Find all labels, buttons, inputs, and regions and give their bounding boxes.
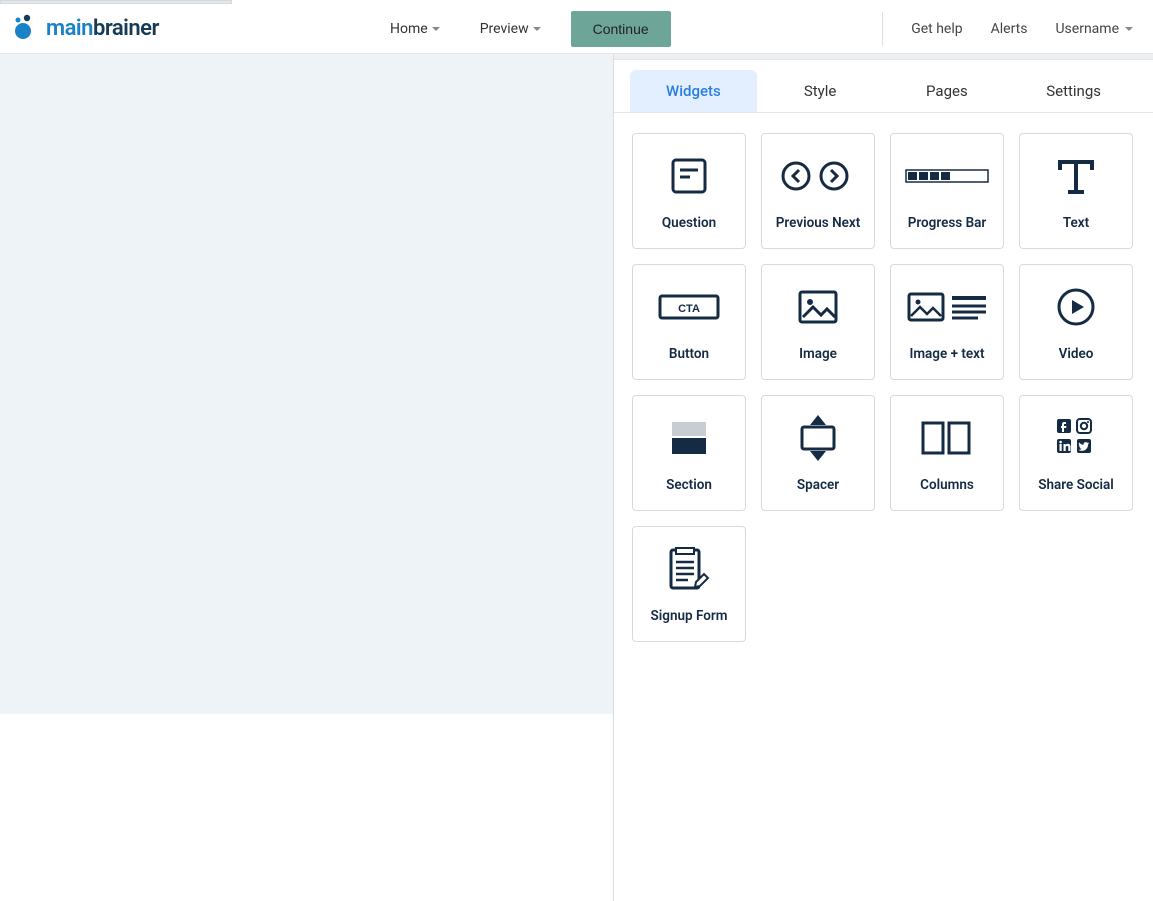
- widget-label: Previous Next: [776, 215, 861, 231]
- widget-label: Signup Form: [651, 608, 728, 624]
- editor-canvas[interactable]: [0, 54, 613, 714]
- widget-label: Spacer: [797, 477, 839, 493]
- caret-down-icon: [432, 27, 440, 31]
- svg-text:CTA: CTA: [678, 303, 700, 315]
- nav-home-label: Home: [390, 21, 428, 37]
- progress-bar-icon: [905, 151, 989, 201]
- nav-center: Home Preview Continue: [380, 11, 671, 47]
- user-label: Username: [1055, 21, 1119, 37]
- widget-label: Button: [669, 346, 709, 362]
- caret-down-icon: [1125, 27, 1133, 31]
- nav-divider: [882, 12, 883, 46]
- columns-icon: [919, 413, 975, 463]
- logo[interactable]: mainbrainer: [10, 14, 159, 44]
- widget-video[interactable]: Video: [1019, 264, 1133, 380]
- tab-pages[interactable]: Pages: [884, 70, 1011, 112]
- widget-label: Video: [1059, 346, 1094, 362]
- spacer-icon: [796, 413, 840, 463]
- nav-preview-label: Preview: [480, 21, 529, 37]
- image-text-icon: [906, 282, 988, 332]
- widget-previous-next[interactable]: Previous Next: [761, 133, 875, 249]
- widget-label: Text: [1063, 215, 1089, 231]
- signup-form-icon: [666, 544, 712, 594]
- tab-settings[interactable]: Settings: [1010, 70, 1137, 112]
- widgets-grid: Question Previous Next: [614, 113, 1153, 662]
- widget-label: Progress Bar: [908, 215, 987, 231]
- widget-label: Image: [799, 346, 837, 362]
- body-row: Widgets Style Pages Settings Question: [0, 54, 1153, 901]
- nav-right: Get help Alerts Username: [882, 12, 1133, 46]
- widget-label: Share Social: [1038, 477, 1114, 493]
- question-icon: [668, 151, 710, 201]
- get-help-link[interactable]: Get help: [911, 21, 962, 37]
- text-icon: [1054, 151, 1098, 201]
- logo-mark-icon: [10, 14, 40, 44]
- widget-text[interactable]: Text: [1019, 133, 1133, 249]
- widget-label: Columns: [920, 477, 974, 493]
- widget-spacer[interactable]: Spacer: [761, 395, 875, 511]
- tab-style[interactable]: Style: [757, 70, 884, 112]
- user-menu[interactable]: Username: [1055, 21, 1133, 37]
- widget-columns[interactable]: Columns: [890, 395, 1004, 511]
- logo-text: mainbrainer: [46, 16, 159, 41]
- widget-question[interactable]: Question: [632, 133, 746, 249]
- section-icon: [668, 413, 710, 463]
- panel-tabs: Widgets Style Pages Settings: [614, 60, 1153, 113]
- nav-home[interactable]: Home: [380, 15, 450, 43]
- nav-preview[interactable]: Preview: [470, 15, 551, 43]
- video-icon: [1055, 282, 1097, 332]
- caret-down-icon: [533, 27, 541, 31]
- widget-label: Image + text: [909, 346, 984, 362]
- continue-button[interactable]: Continue: [571, 11, 671, 47]
- widget-button[interactable]: CTA Button: [632, 264, 746, 380]
- widget-image-text[interactable]: Image + text: [890, 264, 1004, 380]
- widget-label: Question: [662, 215, 716, 231]
- side-panel: Widgets Style Pages Settings Question: [613, 54, 1153, 901]
- alerts-link[interactable]: Alerts: [991, 21, 1028, 37]
- widget-label: Section: [666, 477, 712, 493]
- widget-section[interactable]: Section: [632, 395, 746, 511]
- header-bar: mainbrainer Home Preview Continue Get he…: [0, 4, 1153, 54]
- widget-signup-form[interactable]: Signup Form: [632, 526, 746, 642]
- widget-share-social[interactable]: Share Social: [1019, 395, 1133, 511]
- widget-progress-bar[interactable]: Progress Bar: [890, 133, 1004, 249]
- share-social-icon: [1055, 413, 1097, 463]
- prev-next-icon: [779, 151, 857, 201]
- widget-image[interactable]: Image: [761, 264, 875, 380]
- tab-widgets[interactable]: Widgets: [630, 70, 757, 112]
- image-icon: [797, 282, 839, 332]
- cta-button-icon: CTA: [658, 282, 720, 332]
